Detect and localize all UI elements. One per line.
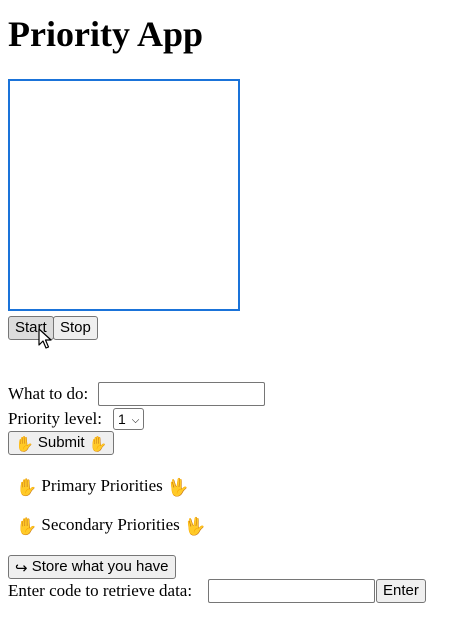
raised-hand-icon: ✋ — [88, 436, 108, 453]
vulcan-salute-icon: 🖖 — [167, 478, 189, 497]
mouse-pointer-icon — [38, 328, 52, 349]
priority-select[interactable]: 1 ⌵ — [113, 408, 145, 430]
task-label: What to do: — [8, 384, 89, 403]
page-title: Priority App — [8, 14, 203, 54]
store-button[interactable]: ↪ Store what you have — [8, 555, 176, 579]
enter-button[interactable]: Enter — [376, 579, 426, 603]
priority-select-value: 1 — [118, 411, 126, 427]
video-preview — [8, 79, 240, 311]
secondary-priorities-label: Secondary Priorities — [41, 515, 180, 534]
chevron-down-icon: ⌵ — [131, 415, 140, 426]
raised-hand-icon: ✋ — [16, 517, 38, 536]
submit-button[interactable]: ✋ Submit ✋ — [8, 431, 115, 455]
primary-priorities-heading: ✋ Primary Priorities 🖖 — [16, 475, 188, 499]
retrieve-code-input[interactable] — [208, 579, 375, 603]
raised-hand-icon: ✋ — [15, 436, 34, 453]
priority-label: Priority level: — [8, 409, 102, 428]
right-hook-arrow-icon: ↪ — [15, 560, 28, 577]
submit-button-label: Submit — [37, 434, 85, 451]
secondary-priorities-heading: ✋ Secondary Priorities 🖖 — [16, 514, 205, 538]
raised-hand-icon: ✋ — [16, 478, 38, 497]
task-input[interactable] — [98, 382, 265, 406]
stop-button[interactable]: Stop — [53, 316, 98, 340]
primary-priorities-label: Primary Priorities — [41, 476, 163, 495]
vulcan-salute-icon: 🖖 — [184, 517, 206, 536]
store-button-label: Store what you have — [31, 558, 169, 575]
retrieve-label: Enter code to retrieve data: — [8, 581, 193, 600]
